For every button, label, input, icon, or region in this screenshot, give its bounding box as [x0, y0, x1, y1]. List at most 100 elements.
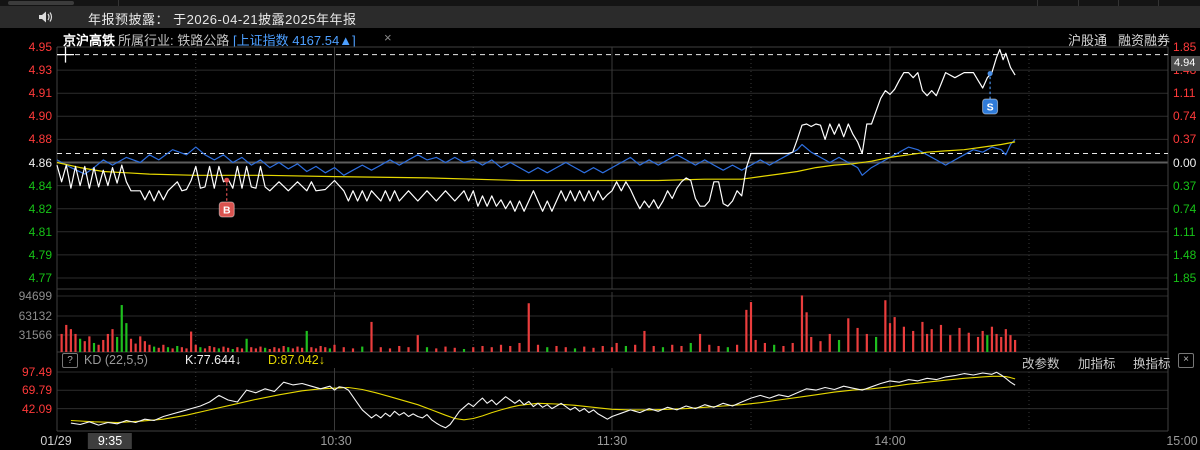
crosshair-price-tag: 4.94 [1171, 56, 1200, 71]
volume-bar [888, 323, 892, 352]
kd-indicator-label[interactable]: KD (22,5,5) [84, 353, 148, 367]
price-axis-label: 4.95 [28, 40, 52, 54]
volume-bar [912, 330, 915, 352]
volume-bar [166, 347, 170, 352]
time-tick-11-30: 11:30 [596, 434, 628, 448]
volume-bar [573, 348, 577, 352]
volume-bar [106, 333, 109, 352]
price-axis-label: 4.81 [28, 224, 52, 239]
volume-bar [435, 348, 438, 352]
volume-bar [930, 329, 933, 352]
percent-axis-label: 0.74 [1173, 201, 1197, 216]
volume-bar [227, 347, 230, 352]
volume-bar [250, 347, 253, 352]
volume-bar [981, 330, 984, 352]
volume-bar [180, 347, 183, 352]
volume-bar [139, 336, 142, 352]
switch-indicator-button[interactable]: 换指标 [1133, 353, 1171, 372]
kd-k-line [70, 371, 1016, 429]
volume-bar [203, 348, 207, 352]
volume-bar [958, 327, 961, 352]
volume-bar [518, 342, 521, 352]
volume-bar [601, 345, 604, 352]
percent-axis-label: 0.37 [1173, 178, 1197, 193]
help-icon[interactable]: ? [62, 353, 78, 368]
volume-bar [986, 335, 989, 352]
volume-bar [153, 346, 156, 352]
volume-bar [661, 347, 665, 352]
volume-bar [546, 347, 549, 352]
volume-bar [828, 333, 831, 352]
volume-bar [949, 335, 952, 352]
buy-marker-label[interactable]: B [223, 205, 231, 217]
volume-bar [976, 336, 980, 352]
volume-bar [592, 347, 595, 352]
volume-bar [865, 333, 868, 352]
volume-bar [83, 341, 86, 352]
percent-axis-label: 1.11 [1173, 224, 1196, 239]
volume-bar [689, 342, 692, 352]
volume-bar [379, 347, 382, 352]
volume-bar [462, 348, 466, 352]
volume-bar [148, 344, 151, 352]
trading-app-window: 年报预披露： 于2026-04-21披露2025年年报 京沪高铁 所属行业: 铁… [0, 0, 1200, 450]
volume-axis-label: 94699 [18, 289, 52, 303]
kd-k-value: K:77.644↓ [185, 353, 242, 367]
time-tick-14-00: 14:00 [874, 434, 906, 448]
volume-bar [1004, 329, 1007, 352]
volume-bar [583, 346, 586, 352]
volume-bar [444, 346, 447, 352]
percent-axis-label: 1.85 [1173, 271, 1197, 285]
close-indicator-icon[interactable]: × [1178, 353, 1194, 368]
buy-dot [224, 177, 230, 183]
volume-bar [134, 343, 137, 352]
percent-axis-label: 1.48 [1173, 247, 1197, 262]
volume-bar [472, 347, 475, 352]
volume-bar [527, 303, 530, 352]
volume-bar [805, 312, 808, 352]
volume-bar [652, 345, 655, 352]
percent-axis-label: 1.11 [1173, 86, 1196, 101]
volume-bar [499, 344, 503, 352]
price-axis-label: 4.77 [28, 271, 52, 285]
volume-bar [301, 347, 304, 352]
volume-axis-label: 63132 [18, 309, 52, 323]
sell-marker-label[interactable]: S [987, 102, 994, 114]
price-axis-label: 4.84 [28, 178, 52, 193]
volume-bar [361, 346, 364, 352]
volume-bar [509, 345, 512, 352]
volume-bar [490, 347, 493, 352]
volume-bar [754, 339, 757, 352]
percent-axis-label: 0.37 [1173, 132, 1197, 147]
price-axis-label: 4.93 [28, 63, 52, 78]
volume-bar [847, 318, 850, 352]
volume-bar [194, 344, 197, 352]
price-axis-label: 4.90 [28, 109, 52, 124]
volume-bar [902, 326, 905, 352]
volume-bar [88, 336, 91, 352]
change-params-button[interactable]: 改参数 [1022, 353, 1060, 372]
sell-dot [987, 71, 993, 77]
percent-axis-label: 0.74 [1173, 109, 1197, 124]
volume-bar [810, 336, 813, 352]
percent-axis-label: 0.00 [1173, 155, 1197, 170]
price-axis-label: 4.88 [28, 132, 52, 147]
volume-bar [282, 345, 285, 352]
volume-bar [162, 344, 165, 352]
volume-bar [819, 341, 822, 352]
volume-bar [190, 331, 193, 352]
add-indicator-button[interactable]: 加指标 [1078, 353, 1116, 372]
volume-bar [92, 342, 96, 352]
chart-area[interactable]: BS 4.95 4.93 4.91 4.90 4.88 4.86 4.84 4.82 4.81 4… [0, 0, 1200, 450]
volume-bar [634, 344, 637, 352]
time-axis: 01/29 9:35 10:30 11:30 14:00 15:00 [0, 432, 1200, 450]
price-line [56, 48, 1016, 212]
volume-bar [264, 347, 267, 352]
volume-bar [176, 345, 179, 352]
volume-bar [782, 345, 785, 352]
time-tick-01-29: 01/29 [40, 434, 72, 448]
kd-d-value: D:87.042↓ [268, 353, 325, 367]
volume-bar [143, 341, 146, 352]
volume-bar [259, 346, 262, 352]
volume-bar [425, 347, 429, 352]
